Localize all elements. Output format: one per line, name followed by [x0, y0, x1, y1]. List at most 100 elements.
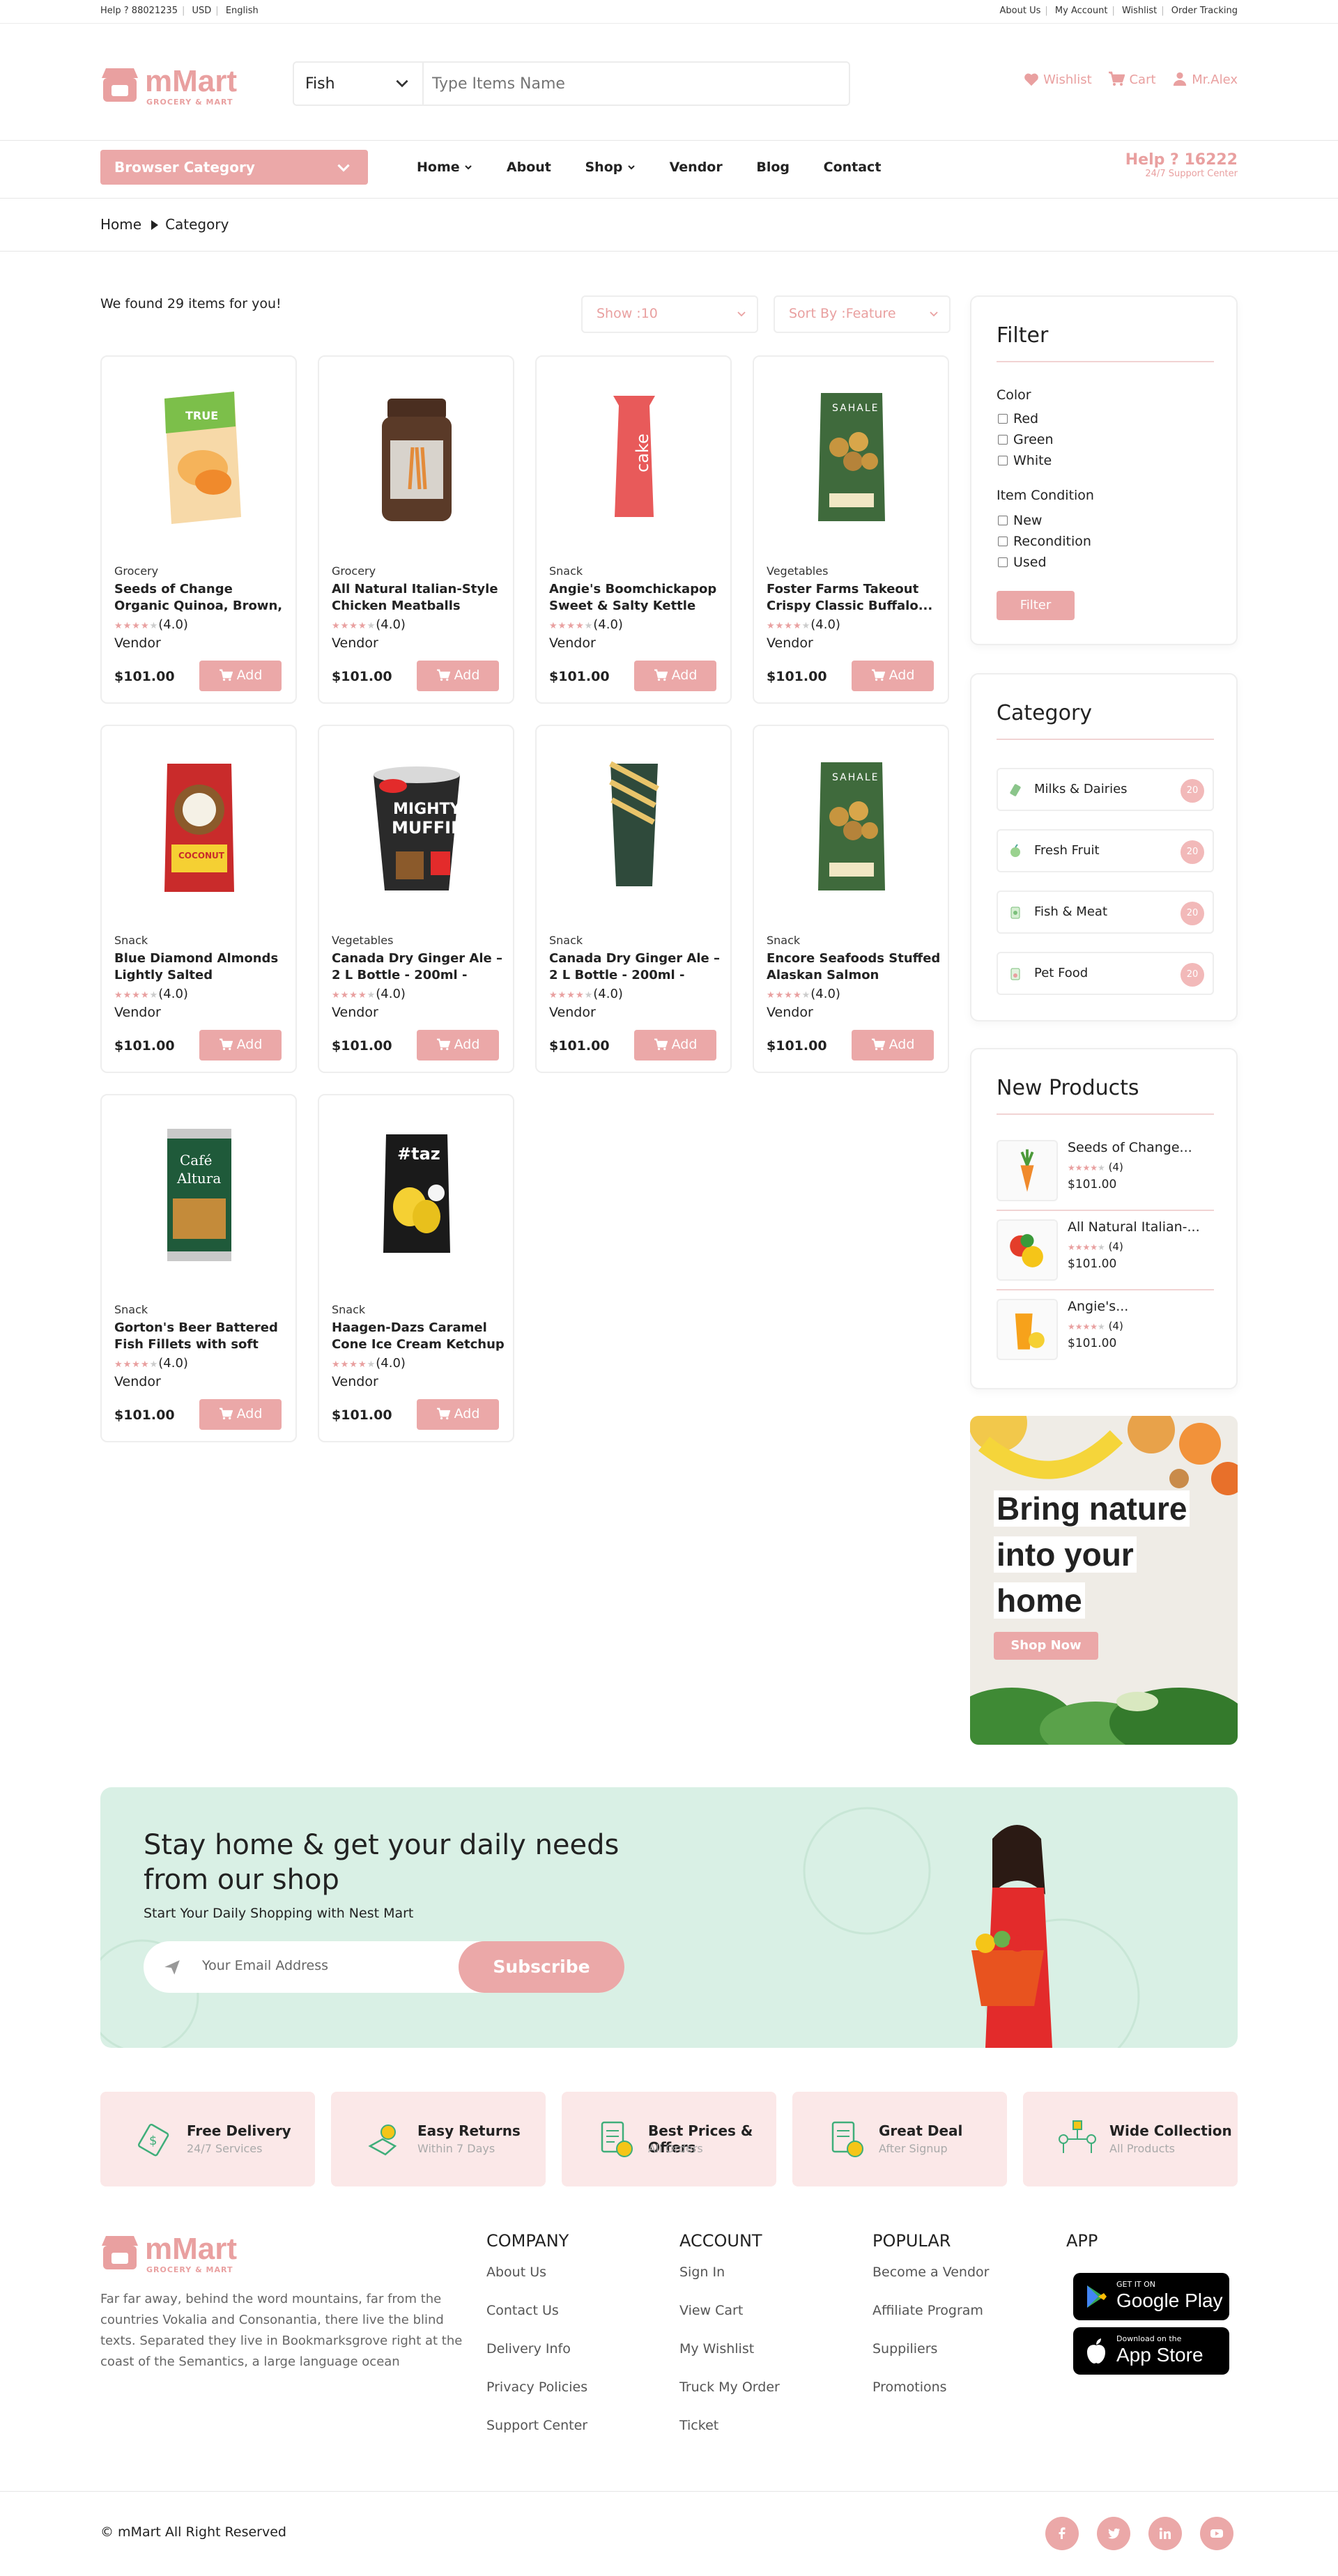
shop-now-button[interactable]: Shop Now: [994, 1632, 1098, 1660]
new-product-name[interactable]: Angie's...: [1068, 1299, 1214, 1314]
product-card[interactable]: Café Altura Snack Gorton's Beer Battered Fi…: [100, 1094, 297, 1442]
footer-link[interactable]: Promotions: [872, 2380, 989, 2418]
product-card[interactable]: Grocery All Natural Italian-Style Chicken…: [318, 355, 514, 704]
add-to-cart-button[interactable]: Add: [417, 1399, 499, 1430]
product-card[interactable]: MIGHTY MUFFIN Vegetables Canada Dry Ginger …: [318, 725, 514, 1073]
add-to-cart-button[interactable]: Add: [417, 661, 499, 691]
product-image[interactable]: [354, 378, 479, 531]
nav-contact[interactable]: Contact: [824, 160, 882, 175]
top-link-wishlist[interactable]: Wishlist: [1122, 6, 1157, 16]
category-item-milks-dairies[interactable]: Milks & Dairies 20: [997, 768, 1214, 811]
filter-button[interactable]: Filter: [997, 591, 1075, 620]
footer-link[interactable]: View Cart: [679, 2303, 780, 2341]
footer-link[interactable]: About Us: [486, 2265, 587, 2303]
wishlist-link[interactable]: Wishlist: [1024, 72, 1092, 87]
color-green-checkbox[interactable]: Green: [998, 432, 1054, 447]
product-name[interactable]: Haagen-Dazs Caramel Cone Ice Cream Ketch…: [332, 1320, 506, 1353]
new-product-item[interactable]: Angie's... ★★★★★ (4) $101.00: [997, 1296, 1214, 1363]
product-name[interactable]: Encore Seafoods Stuffed Alaskan Salmon: [767, 950, 941, 984]
sort-select[interactable]: Sort By :Feature: [774, 295, 951, 333]
product-image[interactable]: Café Altura: [137, 1116, 262, 1270]
product-card[interactable]: #taz Snack Haagen-Dazs Caramel Cone Ice Cr…: [318, 1094, 514, 1442]
product-card[interactable]: Snack Canada Dry Ginger Ale – 2 L Bottle …: [535, 725, 732, 1073]
footer-link[interactable]: Support Center: [486, 2418, 587, 2456]
product-image[interactable]: [571, 747, 697, 900]
product-vendor[interactable]: Vendor: [767, 635, 813, 651]
product-image[interactable]: COCONUT: [137, 747, 262, 900]
product-vendor[interactable]: Vendor: [767, 1005, 813, 1020]
footer-link[interactable]: Sign In: [679, 2265, 780, 2303]
product-card[interactable]: SAHALE Snack Encore Seafoods Stuffed Alask…: [753, 725, 949, 1073]
app-store-badge[interactable]: Download on the App Store: [1073, 2327, 1229, 2375]
cart-link[interactable]: Cart: [1108, 71, 1156, 87]
footer-link[interactable]: Privacy Policies: [486, 2380, 587, 2418]
new-product-item[interactable]: All Natural Italian-... ★★★★★ (4) $101.0…: [997, 1217, 1214, 1290]
category-item-pet-food[interactable]: Pet Food 20: [997, 952, 1214, 995]
product-image[interactable]: MIGHTY MUFFIN: [354, 747, 479, 900]
product-name[interactable]: Gorton's Beer Battered Fish Fillets with…: [114, 1320, 289, 1353]
footer-link[interactable]: My Wishlist: [679, 2341, 780, 2380]
product-image[interactable]: cake: [571, 378, 697, 531]
subscribe-button[interactable]: Subscribe: [459, 1941, 624, 1993]
nav-about[interactable]: About: [507, 160, 551, 175]
new-product-name[interactable]: All Natural Italian-...: [1068, 1219, 1214, 1235]
email-input[interactable]: Your Email Address: [202, 1958, 328, 1973]
condition-recondition-checkbox[interactable]: Recondition: [998, 534, 1091, 549]
product-vendor[interactable]: Vendor: [114, 1374, 161, 1389]
facebook-button[interactable]: [1045, 2517, 1079, 2550]
breadcrumb-home[interactable]: Home: [100, 216, 141, 233]
add-to-cart-button[interactable]: Add: [634, 1030, 716, 1061]
product-card[interactable]: TRUE Grocery Seeds of Change Organic Quino…: [100, 355, 297, 704]
product-vendor[interactable]: Vendor: [332, 635, 378, 651]
product-name[interactable]: All Natural Italian-Style Chicken Meatba…: [332, 581, 506, 615]
search-category-select[interactable]: Fish: [294, 63, 424, 105]
add-to-cart-button[interactable]: Add: [199, 1030, 282, 1061]
condition-used-checkbox[interactable]: Used: [998, 555, 1047, 570]
product-name[interactable]: Foster Farms Takeout Crispy Classic Buff…: [767, 581, 941, 615]
google-play-badge[interactable]: GET IT ON Google Play: [1073, 2273, 1229, 2320]
product-vendor[interactable]: Vendor: [332, 1005, 378, 1020]
add-to-cart-button[interactable]: Add: [199, 1399, 282, 1430]
product-image[interactable]: TRUE: [137, 378, 262, 531]
add-to-cart-button[interactable]: Add: [852, 1030, 934, 1061]
browse-category-button[interactable]: Browser Category: [100, 150, 368, 185]
product-image[interactable]: #taz: [354, 1116, 479, 1270]
product-card[interactable]: cake Snack Angie's Boomchickapop Sweet & S…: [535, 355, 732, 704]
footer-link[interactable]: Contact Us: [486, 2303, 587, 2341]
show-select[interactable]: Show :10: [581, 295, 758, 333]
color-white-checkbox[interactable]: White: [998, 453, 1052, 468]
product-name[interactable]: Angie's Boomchickapop Sweet & Salty Kett…: [549, 581, 723, 615]
top-link-order-tracking[interactable]: Order Tracking: [1171, 6, 1238, 16]
product-card[interactable]: SAHALE Vegetables Foster Farms Takeout Cri…: [753, 355, 949, 704]
product-vendor[interactable]: Vendor: [549, 1005, 596, 1020]
language-selector[interactable]: English: [226, 6, 259, 16]
product-card[interactable]: COCONUT Snack Blue Diamond Almonds Lightly…: [100, 725, 297, 1073]
footer-link[interactable]: Ticket: [679, 2418, 780, 2456]
add-to-cart-button[interactable]: Add: [634, 661, 716, 691]
product-vendor[interactable]: Vendor: [332, 1374, 378, 1389]
product-name[interactable]: Canada Dry Ginger Ale – 2 L Bottle - 200…: [332, 950, 506, 984]
product-vendor[interactable]: Vendor: [114, 635, 161, 651]
color-red-checkbox[interactable]: Red: [998, 411, 1038, 426]
nav-home[interactable]: Home: [417, 160, 472, 175]
add-to-cart-button[interactable]: Add: [417, 1030, 499, 1061]
product-image[interactable]: SAHALE: [789, 747, 914, 900]
nav-shop[interactable]: Shop: [585, 160, 636, 175]
product-vendor[interactable]: Vendor: [114, 1005, 161, 1020]
product-name[interactable]: Seeds of Change Organic Quinoa, Brown, &…: [114, 581, 289, 615]
search-input[interactable]: [432, 70, 836, 98]
user-account-link[interactable]: Mr.Alex: [1172, 71, 1238, 87]
linkedin-button[interactable]: [1148, 2517, 1182, 2550]
footer-link[interactable]: Become a Vendor: [872, 2265, 989, 2303]
footer-link[interactable]: Affiliate Program: [872, 2303, 989, 2341]
logo[interactable]: mMart GROCERY & MART: [100, 65, 268, 109]
condition-new-checkbox[interactable]: New: [998, 513, 1042, 528]
footer-link[interactable]: Truck My Order: [679, 2380, 780, 2418]
new-product-item[interactable]: Seeds of Change... ★★★★★ (4) $101.00: [997, 1137, 1214, 1211]
category-item-fresh-fruit[interactable]: Fresh Fruit 20: [997, 829, 1214, 872]
currency-selector[interactable]: USD: [192, 6, 212, 16]
twitter-button[interactable]: [1097, 2517, 1130, 2550]
new-product-name[interactable]: Seeds of Change...: [1068, 1140, 1214, 1155]
top-link-account[interactable]: My Account: [1055, 6, 1108, 16]
add-to-cart-button[interactable]: Add: [199, 661, 282, 691]
